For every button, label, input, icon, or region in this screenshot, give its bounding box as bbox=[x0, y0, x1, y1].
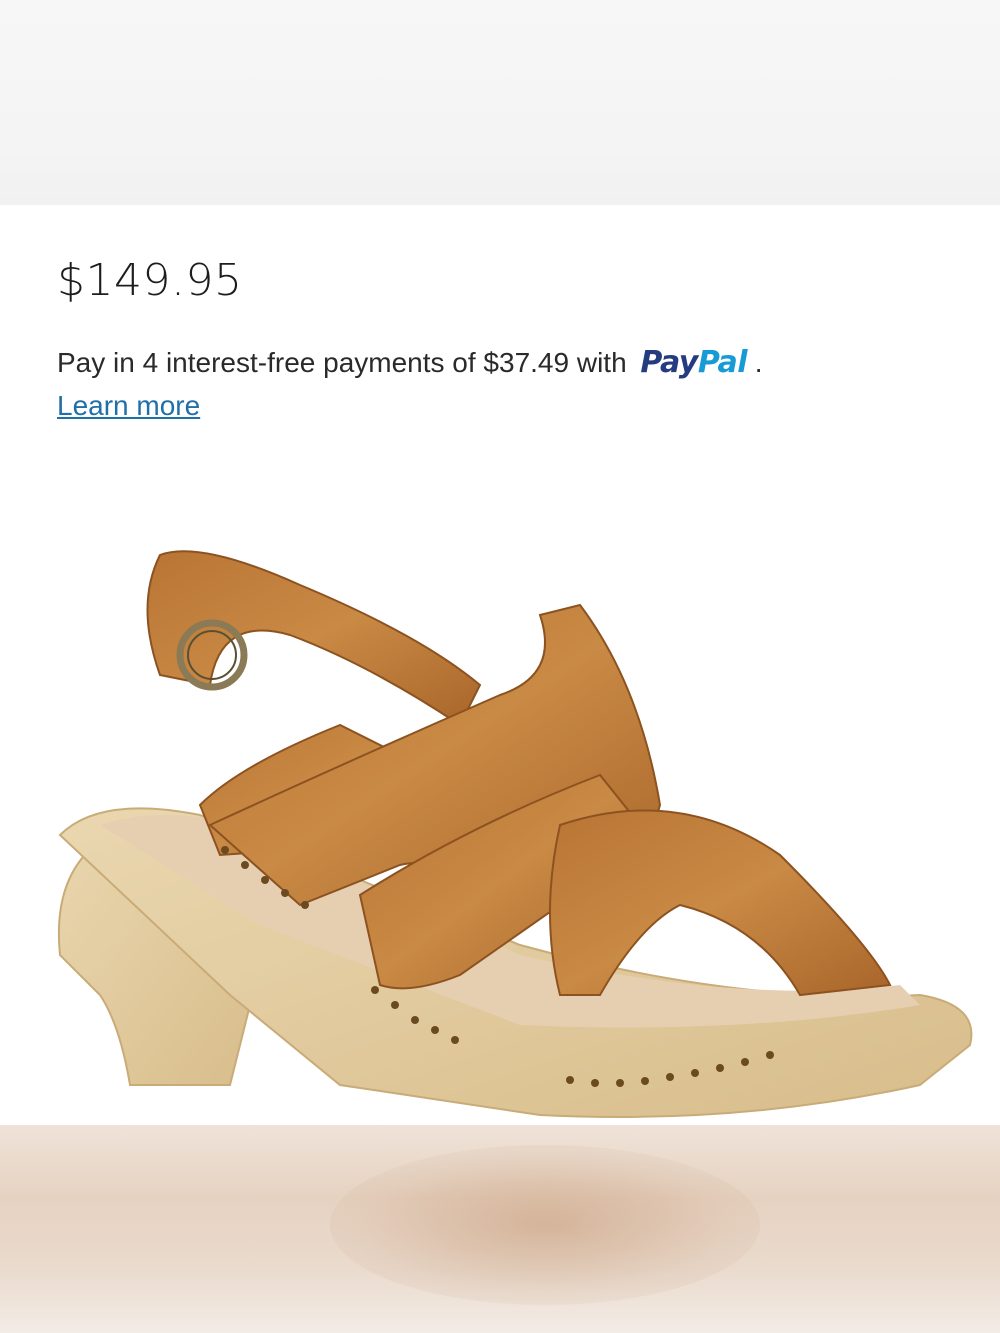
product-price: $149.95 bbox=[57, 255, 243, 306]
product-price-card: $149.95 Pay in 4 interest-free payments … bbox=[0, 205, 1000, 1125]
period: . bbox=[754, 347, 763, 378]
page: $149.95 Pay in 4 interest-free payments … bbox=[0, 0, 1000, 1333]
paypal-logo-icon: PayPal bbox=[640, 345, 747, 380]
learn-more-link[interactable]: Learn more bbox=[57, 390, 200, 422]
paypal-logo-pay: Pay bbox=[640, 345, 698, 380]
sandal-product-image bbox=[57, 550, 973, 1118]
paypal-installment-message: Pay in 4 interest-free payments of $37.4… bbox=[57, 345, 763, 380]
paypal-logo-pal: Pal bbox=[697, 345, 748, 380]
top-blurred-backdrop bbox=[0, 0, 1000, 205]
bottom-blurred-backdrop bbox=[0, 1125, 1000, 1333]
installment-text: Pay in 4 interest-free payments of $37.4… bbox=[57, 347, 627, 378]
